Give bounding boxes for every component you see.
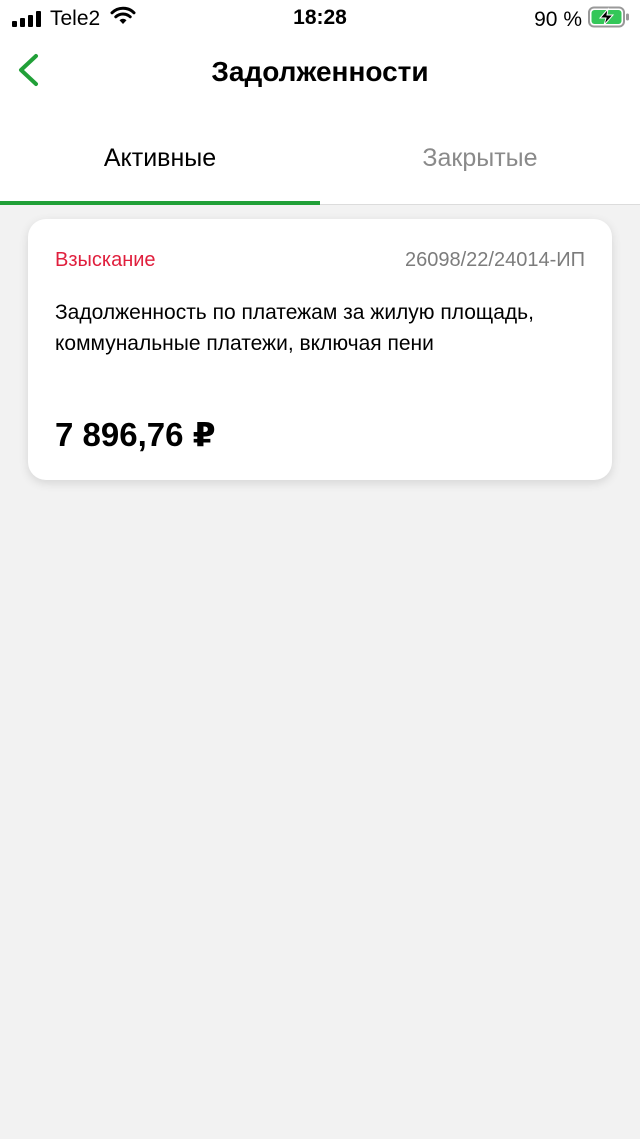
status-bar-right: 90 % <box>534 6 630 33</box>
tab-indicator <box>0 201 320 205</box>
header: Задолженности <box>0 38 640 110</box>
tab-closed[interactable]: Закрытые <box>320 110 640 205</box>
battery-charging-icon <box>588 6 630 33</box>
debt-card[interactable]: Взыскание 26098/22/24014-ИП Задолженност… <box>28 219 612 480</box>
tab-bar: Активные Закрытые <box>0 110 640 205</box>
debt-description: Задолженность по платежам за жилую площа… <box>55 301 534 355</box>
screen: Tele2 18:28 90 % Задолженности Активные … <box>0 0 640 1139</box>
case-number: 26098/22/24014-ИП <box>405 249 585 271</box>
page-title: Задолженности <box>211 56 429 87</box>
debt-status-label: Взыскание <box>55 249 156 271</box>
battery-percent: 90 % <box>534 7 582 31</box>
debt-amount: 7 896,76 ₽ <box>55 416 216 453</box>
status-bar: Tele2 18:28 90 % <box>0 0 640 38</box>
tab-active[interactable]: Активные <box>0 110 320 205</box>
